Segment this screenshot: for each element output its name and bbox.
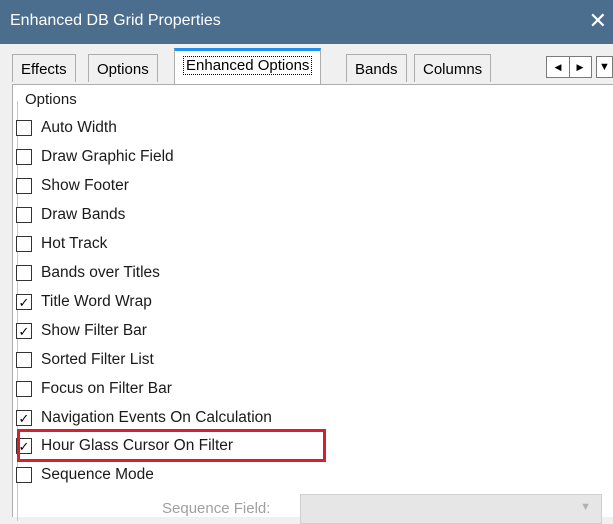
option-label: Show Filter Bar xyxy=(41,322,147,339)
scroll-right-icon[interactable]: ▶ xyxy=(569,57,591,77)
close-icon[interactable]: ✕ xyxy=(589,8,607,34)
option-hot-track[interactable]: Hot Track xyxy=(16,232,107,256)
checkbox[interactable] xyxy=(16,265,32,281)
group-label: Options xyxy=(25,91,77,108)
option-label: Title Word Wrap xyxy=(41,293,152,310)
sequence-field-combo[interactable]: ▼ xyxy=(300,494,602,524)
tab-effects[interactable]: Effects xyxy=(12,54,76,82)
tab-columns[interactable]: Columns xyxy=(414,54,492,82)
option-label: Focus on Filter Bar xyxy=(41,380,172,397)
option-label: Auto Width xyxy=(41,119,117,136)
option-title-word-wrap[interactable]: ✓ Title Word Wrap xyxy=(16,290,152,314)
tab-label: Options xyxy=(97,61,149,78)
option-label: Hot Track xyxy=(41,235,108,252)
option-label: Show Footer xyxy=(41,177,129,194)
checkbox[interactable] xyxy=(16,236,32,252)
sequence-field-label: Sequence Field: xyxy=(162,500,271,517)
option-auto-width[interactable]: Auto Width xyxy=(16,116,117,140)
option-navigation-events-on-calculation[interactable]: ✓ Navigation Events On Calculation xyxy=(16,406,272,430)
checkbox-checked[interactable]: ✓ xyxy=(16,294,32,310)
checkbox-checked[interactable]: ✓ xyxy=(16,323,32,339)
tab-scroll-buttons: ◀ ▶ xyxy=(546,56,592,78)
checkbox-checked[interactable]: ✓ xyxy=(16,410,32,426)
tab-label: Effects xyxy=(21,61,67,78)
option-draw-bands[interactable]: Draw Bands xyxy=(16,203,125,227)
option-bands-over-titles[interactable]: Bands over Titles xyxy=(16,261,160,285)
option-show-filter-bar[interactable]: ✓ Show Filter Bar xyxy=(16,319,147,343)
checkbox[interactable] xyxy=(16,352,32,368)
option-draw-graphic-field[interactable]: Draw Graphic Field xyxy=(16,145,174,169)
option-label: Sequence Mode xyxy=(41,466,154,483)
tab-enhanced-options[interactable]: Enhanced Options xyxy=(174,48,322,84)
option-focus-on-filter-bar[interactable]: Focus on Filter Bar xyxy=(16,377,172,401)
tab-label: Enhanced Options xyxy=(183,56,313,75)
checkbox[interactable] xyxy=(16,149,32,165)
option-label: Draw Graphic Field xyxy=(41,148,174,165)
option-label: Bands over Titles xyxy=(41,264,160,281)
tab-label: Columns xyxy=(423,61,483,78)
option-sorted-filter-list[interactable]: Sorted Filter List xyxy=(16,348,154,372)
option-sequence-mode[interactable]: Sequence Mode xyxy=(16,463,154,487)
tab-overflow-icon[interactable]: ▼ xyxy=(596,56,613,78)
option-show-footer[interactable]: Show Footer xyxy=(16,174,129,198)
option-label: Navigation Events On Calculation xyxy=(41,409,272,426)
tab-options[interactable]: Options xyxy=(88,54,158,82)
title-bar: Enhanced DB Grid Properties ✕ xyxy=(0,0,613,44)
checkbox[interactable] xyxy=(16,207,32,223)
chevron-down-icon: ▼ xyxy=(580,501,591,513)
option-label: Sorted Filter List xyxy=(41,351,154,368)
checkbox[interactable] xyxy=(16,178,32,194)
highlight-box xyxy=(17,429,326,462)
checkbox[interactable] xyxy=(16,381,32,397)
scroll-left-icon[interactable]: ◀ xyxy=(547,57,570,77)
tab-bands[interactable]: Bands xyxy=(346,54,407,82)
option-label: Draw Bands xyxy=(41,206,126,223)
window-title: Enhanced DB Grid Properties xyxy=(10,12,221,29)
tab-label: Bands xyxy=(355,61,398,78)
checkbox[interactable] xyxy=(16,120,32,136)
checkbox[interactable] xyxy=(16,467,32,483)
